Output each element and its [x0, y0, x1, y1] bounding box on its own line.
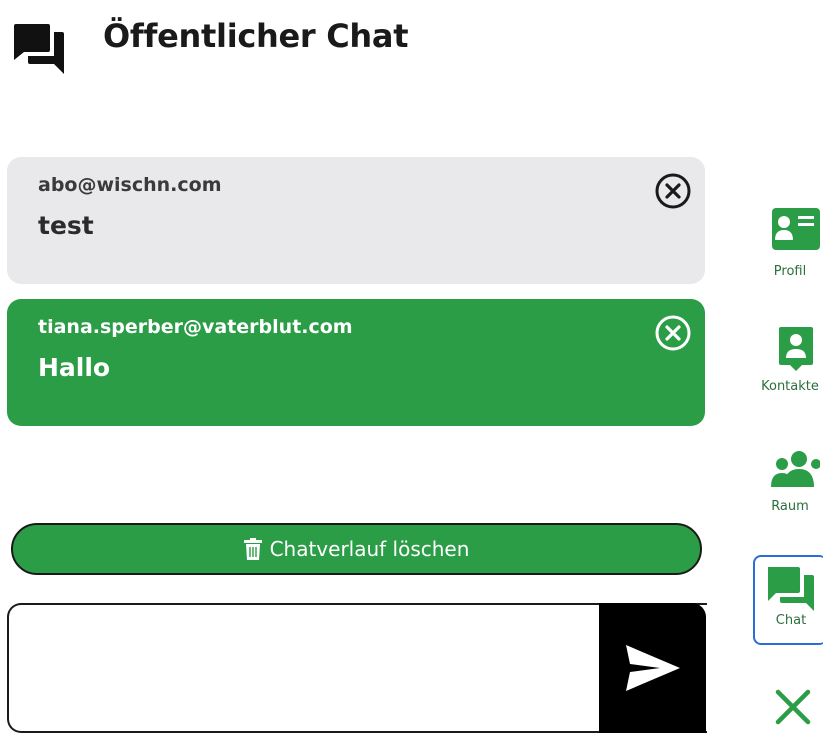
chat-message: abo@wischn.com test [7, 157, 705, 284]
sidebar-item-kontakte[interactable]: Kontakte [753, 327, 823, 394]
sidebar-item-label: Raum [771, 499, 809, 514]
clear-history-button[interactable]: Chatverlauf löschen [11, 523, 702, 575]
send-icon [625, 645, 680, 691]
chat-message: tiana.sperber@vaterblut.com Hallo [7, 299, 705, 426]
delete-message-icon[interactable] [654, 172, 692, 210]
send-button[interactable] [599, 603, 706, 733]
contacts-icon [779, 327, 813, 371]
profile-card-icon [772, 208, 820, 250]
forum-icon [14, 24, 64, 74]
sidebar-item-label: Profil [773, 264, 807, 279]
close-icon[interactable] [772, 686, 814, 728]
sidebar-item-profil[interactable]: Profil [753, 208, 823, 279]
page-title: Öffentlicher Chat [103, 17, 409, 55]
sidebar-item-label: Chat [775, 613, 807, 628]
sidebar-item-raum[interactable]: Raum [753, 449, 823, 514]
message-sender: abo@wischn.com [38, 174, 222, 196]
sidebar-item-label: Kontakte [761, 379, 819, 394]
clear-history-label: Chatverlauf löschen [269, 537, 470, 561]
message-text: Hallo [38, 353, 111, 382]
chat-icon [768, 567, 814, 611]
delete-message-icon[interactable] [654, 314, 692, 352]
group-icon [771, 451, 820, 487]
message-sender: tiana.sperber@vaterblut.com [38, 316, 353, 338]
trash-icon [243, 538, 262, 560]
sidebar-item-chat[interactable]: Chat [753, 555, 823, 645]
message-text: test [38, 211, 94, 240]
